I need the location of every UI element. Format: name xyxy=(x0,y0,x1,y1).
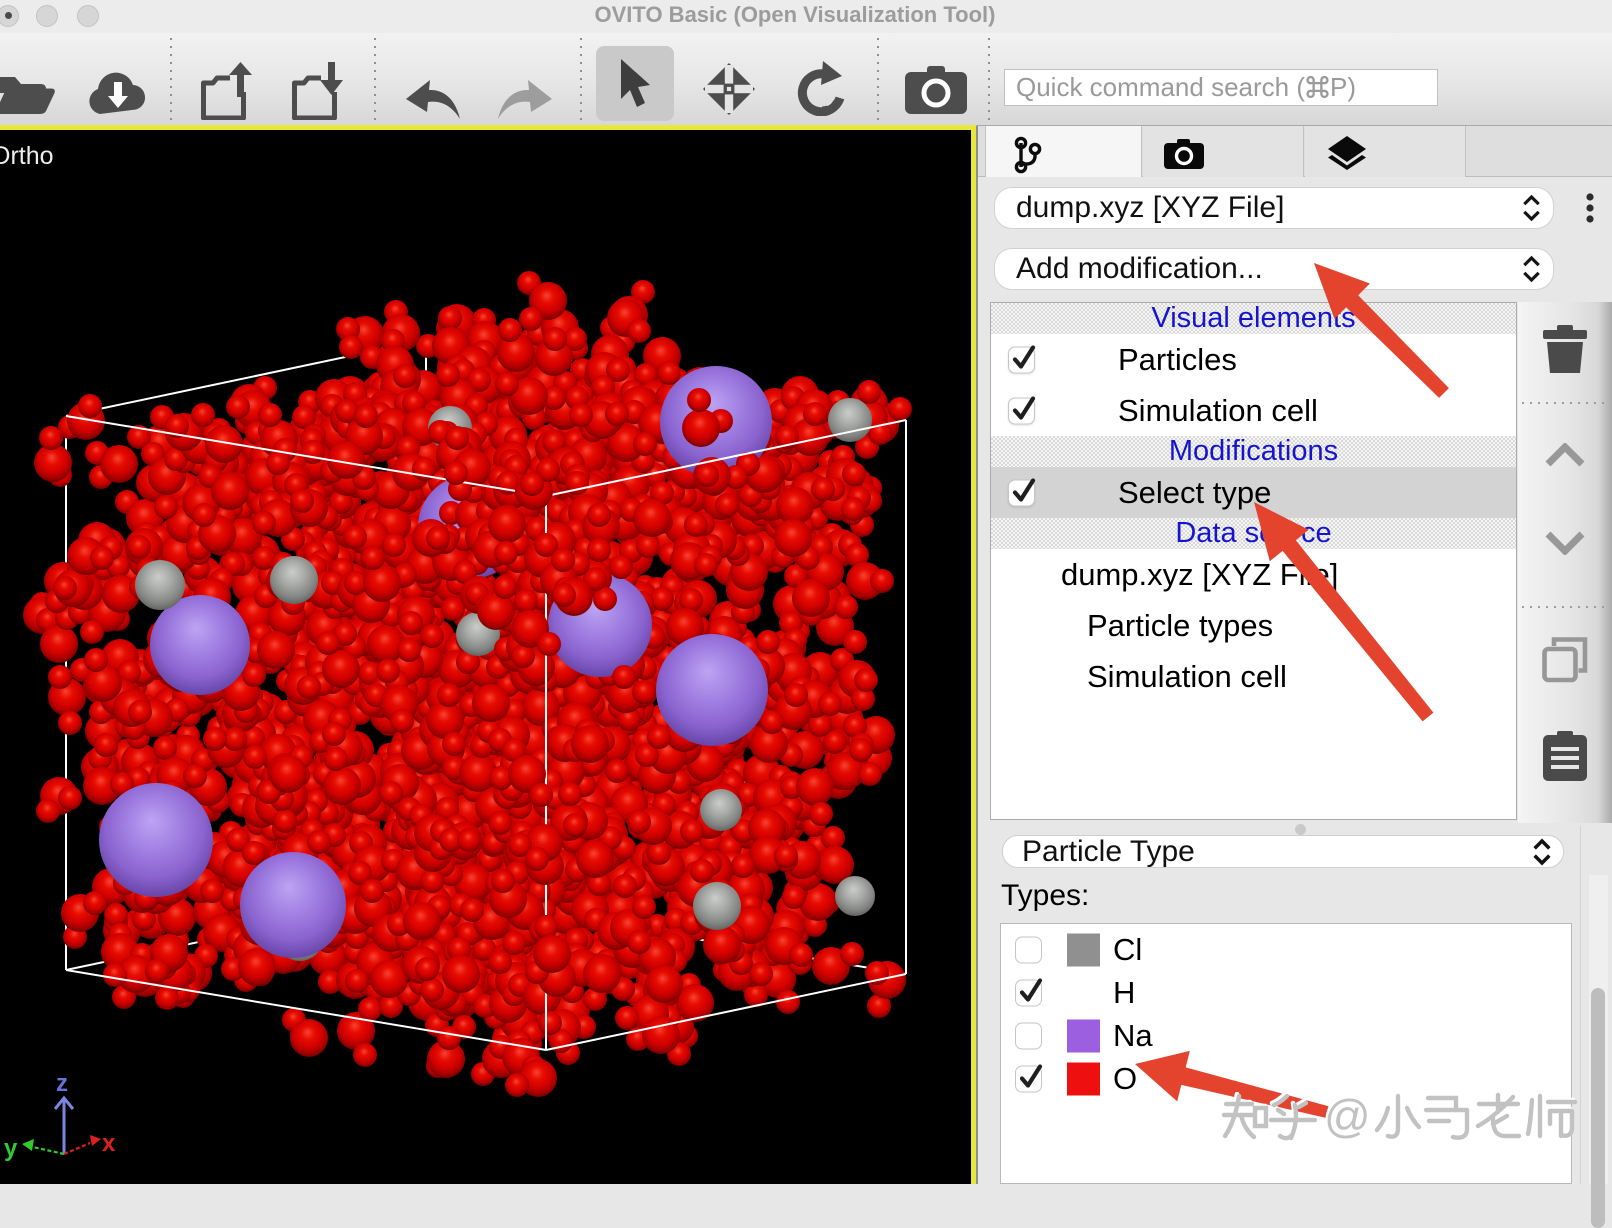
svg-text:x: x xyxy=(102,1130,116,1157)
svg-text:z: z xyxy=(56,1070,68,1097)
svg-text:y: y xyxy=(4,1135,18,1162)
svg-text:@: @ xyxy=(1324,1092,1371,1142)
